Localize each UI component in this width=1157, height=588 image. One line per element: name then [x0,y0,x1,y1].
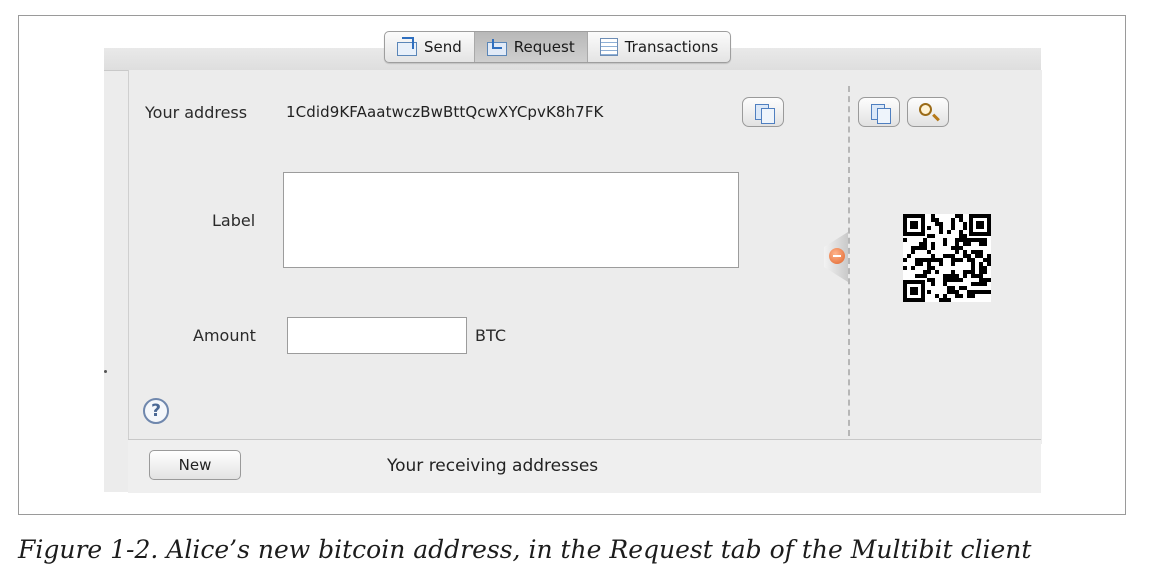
collapse-icon[interactable] [829,248,845,264]
new-address-button[interactable]: New [149,450,241,480]
qr-code[interactable] [903,214,991,302]
label-field[interactable] [283,172,739,268]
tab-bar: Send Request Transactions [384,31,732,63]
address-label: Your address [145,103,248,122]
transactions-icon [599,38,618,56]
send-icon [397,42,417,56]
amount-label: Amount [193,326,256,345]
tab-request[interactable]: Request [474,32,588,62]
receiving-addresses-title: Your receiving addresses [387,456,599,476]
address-value: 1Cdid9KFAaatwczBwBttQcwXYCpvK8h7FK [286,103,604,121]
magnifier-icon [919,103,932,116]
copy-icon [755,104,775,124]
figure-caption: Figure 1-2. Alice’s new bitcoin address,… [18,535,1032,564]
label-label: Label [212,211,256,230]
zoom-qr-button[interactable] [907,97,949,127]
copy-icon [871,104,891,124]
tab-send-label: Send [424,38,462,56]
tab-request-label: Request [513,38,575,56]
stray-mark [104,370,107,373]
copy-qr-button[interactable] [858,97,900,127]
tab-send[interactable]: Send [385,32,475,62]
panel-divider [848,86,850,436]
tab-transactions[interactable]: Transactions [588,32,731,62]
help-icon[interactable]: ? [143,398,169,424]
amount-field[interactable] [287,317,467,354]
amount-unit: BTC [475,326,506,345]
request-icon [486,39,507,56]
tab-transactions-label: Transactions [624,38,719,56]
copy-address-button[interactable] [742,97,784,127]
